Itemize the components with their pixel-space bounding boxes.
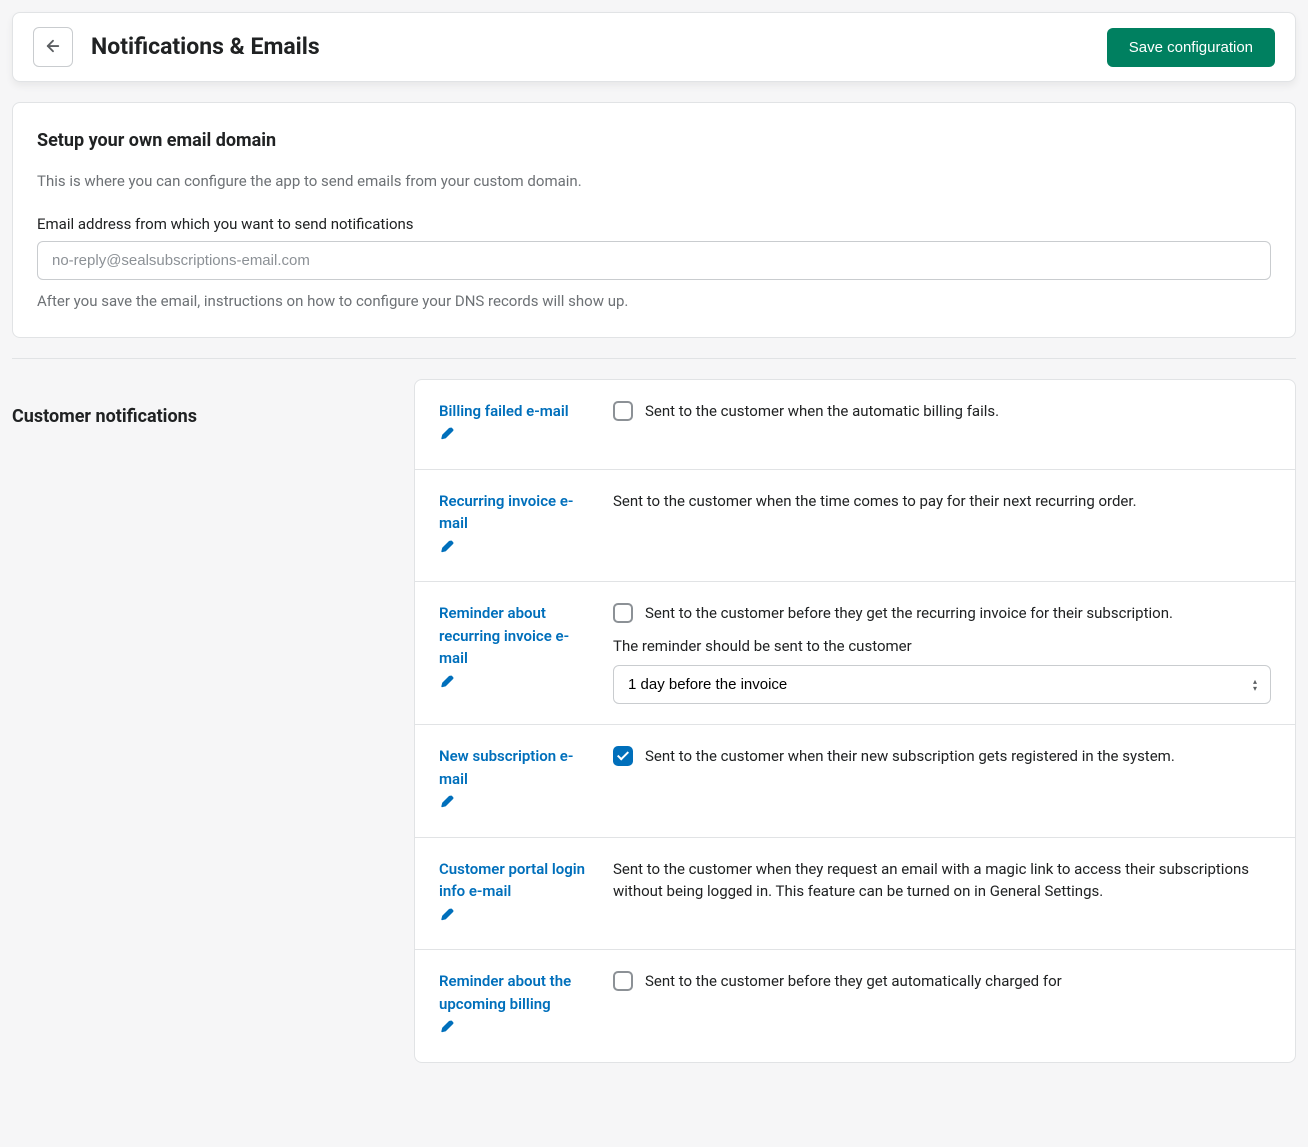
page-title: Notifications & Emails bbox=[91, 30, 1107, 65]
notification-description: Sent to the customer when they request a… bbox=[613, 858, 1271, 903]
arrow-left-icon bbox=[44, 37, 62, 58]
email-field-label: Email address from which you want to sen… bbox=[37, 213, 1271, 236]
reminder-timing-label: The reminder should be sent to the custo… bbox=[613, 635, 1271, 658]
notification-right: Sent to the customer when their new subs… bbox=[613, 745, 1271, 768]
notification-checkbox[interactable] bbox=[613, 401, 633, 421]
checkbox-row: Sent to the customer before they get the… bbox=[613, 602, 1271, 625]
customer-notifications-list: Billing failed e-mail Sent to the custome… bbox=[414, 379, 1296, 1063]
notification-row: Reminder about recurring invoice e-mail S… bbox=[415, 582, 1295, 725]
email-helper-text: After you save the email, instructions o… bbox=[37, 290, 1271, 313]
notification-title-link[interactable]: Customer portal login info e-mail bbox=[439, 860, 585, 901]
notification-row: Customer portal login info e-mail Sent to… bbox=[415, 838, 1295, 951]
save-configuration-button[interactable]: Save configuration bbox=[1107, 28, 1275, 67]
checkbox-row: Sent to the customer before they get aut… bbox=[613, 970, 1271, 993]
pencil-icon[interactable] bbox=[439, 539, 589, 562]
pencil-icon[interactable] bbox=[439, 1019, 589, 1042]
notification-left: Reminder about recurring invoice e-mail bbox=[439, 602, 589, 696]
notification-title-link[interactable]: Reminder about the upcoming billing bbox=[439, 972, 571, 1013]
email-domain-title: Setup your own email domain bbox=[37, 127, 1271, 154]
notification-left: Recurring invoice e-mail bbox=[439, 490, 589, 562]
page-header: Notifications & Emails Save configuratio… bbox=[12, 12, 1296, 82]
notification-left: Reminder about the upcoming billing bbox=[439, 970, 589, 1042]
notification-row: Recurring invoice e-mail Sent to the cust… bbox=[415, 470, 1295, 583]
notification-left: Customer portal login info e-mail bbox=[439, 858, 589, 930]
notification-row: New subscription e-mail Sent to the custo… bbox=[415, 725, 1295, 838]
notification-left: New subscription e-mail bbox=[439, 745, 589, 817]
notification-right: Sent to the customer when they request a… bbox=[613, 858, 1271, 903]
notification-description: Sent to the customer when the time comes… bbox=[613, 490, 1271, 513]
notification-right: Sent to the customer when the time comes… bbox=[613, 490, 1271, 513]
notification-checkbox[interactable] bbox=[613, 746, 633, 766]
notification-title-link[interactable]: Recurring invoice e-mail bbox=[439, 492, 573, 533]
pencil-icon[interactable] bbox=[439, 794, 589, 817]
notification-right: Sent to the customer before they get the… bbox=[613, 602, 1271, 704]
pencil-icon[interactable] bbox=[439, 674, 589, 697]
notification-checkbox[interactable] bbox=[613, 971, 633, 991]
notification-description: Sent to the customer when the automatic … bbox=[645, 400, 999, 423]
checkbox-row: Sent to the customer when the automatic … bbox=[613, 400, 1271, 423]
reminder-timing-select[interactable]: 1 day before the invoice bbox=[613, 665, 1271, 704]
notification-checkbox[interactable] bbox=[613, 603, 633, 623]
reminder-select-wrap: 1 day before the invoice▴ ▾ bbox=[613, 665, 1271, 704]
notification-right: Sent to the customer when the automatic … bbox=[613, 400, 1271, 423]
email-domain-intro: This is where you can configure the app … bbox=[37, 170, 1271, 193]
notification-right: Sent to the customer before they get aut… bbox=[613, 970, 1271, 993]
customer-notifications-section: Customer notifications Billing failed e-… bbox=[12, 379, 1296, 1063]
email-domain-card: Setup your own email domain This is wher… bbox=[12, 102, 1296, 338]
notification-description: Sent to the customer before they get aut… bbox=[645, 970, 1062, 993]
notification-title-link[interactable]: Billing failed e-mail bbox=[439, 402, 569, 420]
pencil-icon[interactable] bbox=[439, 426, 589, 449]
pencil-icon[interactable] bbox=[439, 907, 589, 930]
notification-row: Reminder about the upcoming billing Sent … bbox=[415, 950, 1295, 1062]
notification-description: Sent to the customer when their new subs… bbox=[645, 745, 1175, 768]
checkbox-row: Sent to the customer when their new subs… bbox=[613, 745, 1271, 768]
notification-left: Billing failed e-mail bbox=[439, 400, 589, 449]
notification-title-link[interactable]: New subscription e-mail bbox=[439, 747, 573, 788]
section-divider bbox=[12, 358, 1296, 359]
notification-row: Billing failed e-mail Sent to the custome… bbox=[415, 380, 1295, 470]
email-from-input[interactable] bbox=[37, 241, 1271, 280]
notification-description: Sent to the customer before they get the… bbox=[645, 602, 1173, 625]
customer-notifications-heading: Customer notifications bbox=[12, 379, 382, 430]
notification-title-link[interactable]: Reminder about recurring invoice e-mail bbox=[439, 604, 569, 667]
back-button[interactable] bbox=[33, 27, 73, 67]
